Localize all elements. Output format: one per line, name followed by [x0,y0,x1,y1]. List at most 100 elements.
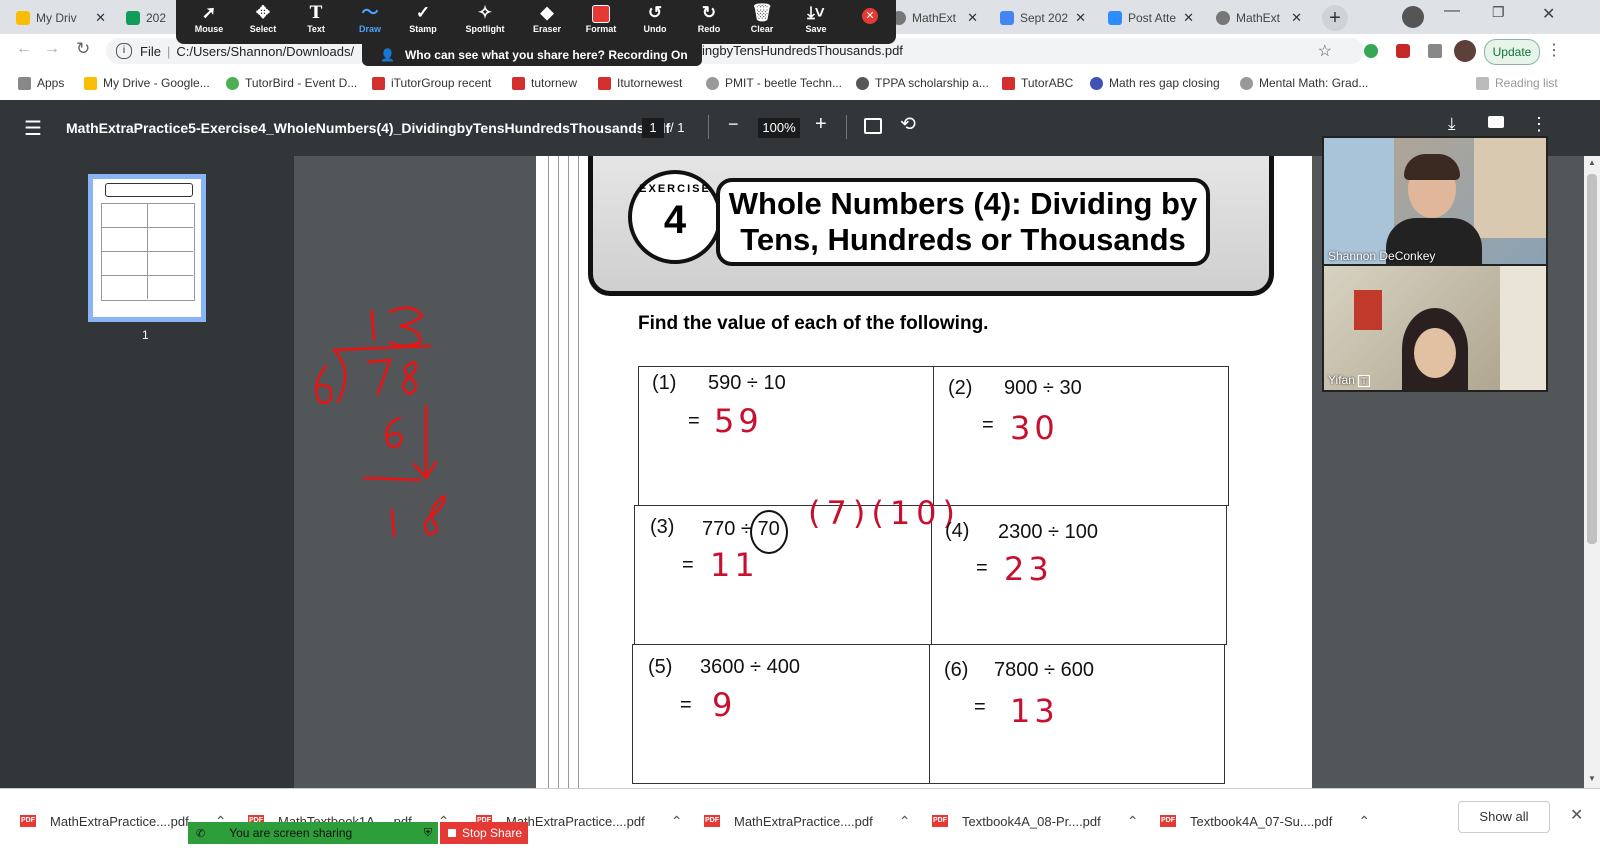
minimize-button[interactable]: — [1444,2,1460,20]
avatar[interactable] [1454,40,1476,62]
download-item[interactable]: PDF Textbook4A_07-Su....pdf ⌃ [1160,809,1370,833]
close-icon[interactable]: ✕ [1183,10,1194,26]
info-icon[interactable]: i [116,43,132,59]
tool-format[interactable]: Format [576,2,626,42]
participant-name: Shannon DeConkey [1328,249,1436,263]
tool-draw[interactable]: 〜 Draw [345,2,395,42]
close-downloads-icon[interactable]: ✕ [1570,805,1583,825]
tool-spotlight[interactable]: ✧ Spotlight [460,2,510,42]
scratch-long-division [314,306,446,538]
undo-icon: ↺ [647,3,663,22]
forward-icon[interactable]: → [44,40,60,58]
print-icon[interactable] [1488,116,1504,128]
page-number-input[interactable]: 1 [642,118,664,138]
bookmark-itutorgroup[interactable]: iTutorGroup recent [372,76,491,90]
update-button[interactable]: Update [1484,39,1540,65]
chevron-up-icon[interactable]: ⌃ [1358,813,1370,830]
pdf-file-icon: PDF [704,815,720,827]
tool-stamp[interactable]: ✓ Stamp [398,2,448,42]
zoom-level-input[interactable]: 100% [758,118,800,138]
restore-button[interactable]: ❐ [1492,4,1505,21]
extension-icon[interactable] [1364,44,1378,58]
scroll-up-icon[interactable]: ▲ [1588,158,1596,167]
close-icon[interactable]: ✕ [95,10,106,26]
menu-kebab-icon[interactable]: ⋮ [1546,40,1562,60]
close-icon[interactable]: ✕ [1075,10,1086,26]
tab-mathext-1[interactable]: MathExt ✕ [884,3,986,33]
close-window-button[interactable]: ✕ [1542,4,1555,24]
bookmark-tppa[interactable]: TPPA scholarship a... [856,76,989,90]
bookmark-star-icon[interactable]: ☆ [1318,41,1332,61]
tool-eraser[interactable]: ◆ Eraser [522,2,572,42]
puzzle-icon[interactable] [1428,44,1442,58]
zoom-icon [1108,11,1122,25]
scratch-stroke [370,309,376,342]
tool-mouse[interactable]: ➚ Mouse [184,2,234,42]
page-thumbnail[interactable] [88,174,206,322]
bookmark-tutorbird[interactable]: TutorBird - Event D... [226,76,357,90]
person-icon: 👤 [380,48,395,62]
new-tab-button[interactable]: + [1322,5,1348,31]
download-icon[interactable]: ⤓ [1448,114,1456,134]
tab-sheets[interactable]: 202 [118,3,174,33]
zoom-in-icon[interactable]: + [815,113,827,136]
scratch-stroke [332,344,432,352]
bookmark-my-drive[interactable]: My Drive - Google... [84,76,210,90]
back-icon[interactable]: ← [16,40,32,58]
tool-select[interactable]: ✥ Select [238,2,288,42]
sheets-icon [126,11,140,25]
tab-my-drive[interactable]: My Driv ✕ [8,3,114,33]
bookmark-tutornew[interactable]: tutornew [512,76,577,90]
bookmark-pmit[interactable]: PMIT - beetle Techn... [706,76,842,90]
share-visibility-notice[interactable]: 👤 Who can see what you share here? Recor… [362,44,702,66]
scroll-down-icon[interactable]: ▼ [1588,774,1596,783]
tool-text[interactable]: T Text [291,2,341,42]
chevron-up-icon[interactable]: ⌃ [899,813,911,830]
scratch-stroke [423,494,446,536]
bookmark-apps[interactable]: Apps [18,76,64,90]
ublock-icon[interactable] [1396,44,1410,58]
bookmark-mental-math[interactable]: Mental Math: Grad... [1240,76,1368,90]
address-path-right: ingbyTensHundredsThousands.pdf [702,43,903,58]
pdf-page: EXERCISE 4 Whole Numbers (4): Dividing b… [536,156,1312,796]
close-icon[interactable]: ✕ [1291,10,1302,26]
tab-post-attendance[interactable]: Post Atte ✕ [1100,3,1202,33]
scrollbar-thumb[interactable] [1587,174,1597,544]
stop-share-button[interactable]: Stop Share [440,822,528,844]
sharing-status-pill[interactable]: ✆ You are screen sharing ⛨ [188,822,438,844]
bookmark-itutornewest[interactable]: Itutornewest [598,76,682,90]
vertical-scrollbar[interactable]: ▲ ▼ [1584,156,1600,788]
show-all-button[interactable]: Show all [1458,801,1550,833]
participant-video-shannon[interactable]: Shannon DeConkey [1322,136,1548,268]
tool-redo[interactable]: ↻ Redo [684,2,734,42]
more-options-icon[interactable]: ⋮ [1530,114,1548,135]
download-item[interactable]: PDF Textbook4A_08-Pr....pdf ⌃ [932,809,1139,833]
reading-list[interactable]: Reading list [1476,76,1558,90]
close-toolbar-icon[interactable]: ✕ [862,8,878,24]
tool-undo[interactable]: ↺ Undo [630,2,680,42]
chevron-up-icon[interactable]: ⌃ [671,813,683,830]
zoom-out-icon[interactable]: − [728,114,739,135]
rotate-icon[interactable]: ⟲ [900,113,916,136]
tool-clear[interactable]: 🗑 Clear [737,2,787,42]
hamburger-menu-icon[interactable]: ☰ [24,116,42,141]
itutor-icon [512,76,525,90]
participant-video-yifan[interactable]: Yifan T [1322,264,1548,392]
reload-icon[interactable]: ↻ [76,39,90,59]
tab-mathext-2[interactable]: MathExt ✕ [1208,3,1310,33]
bookmark-math-res[interactable]: Math res gap closing [1090,76,1220,90]
tab-search-button[interactable] [1402,6,1424,28]
download-item[interactable]: PDF MathExtraPractice....pdf ⌃ [704,809,910,833]
close-icon[interactable]: ✕ [967,10,978,26]
fit-page-icon[interactable] [864,118,882,134]
problem-cell-1 [638,366,934,506]
tab-sept[interactable]: Sept 202 ✕ [992,3,1094,33]
tool-save[interactable]: ⤓˅ Save [791,2,841,42]
eraser-icon: ◆ [540,3,554,22]
zoom-annotation-toolbar: ➚ Mouse ✥ Select T Text 〜 Draw ✓ Stamp ✧ Spotl… [176,0,896,44]
bookmark-tutorabc[interactable]: TutorABC [1002,76,1073,90]
equals-sign: = [680,694,692,716]
chevron-up-icon[interactable]: ⌃ [1127,813,1139,830]
equals-sign: = [682,554,694,576]
exercise-badge: EXERCISE 4 [628,170,722,264]
